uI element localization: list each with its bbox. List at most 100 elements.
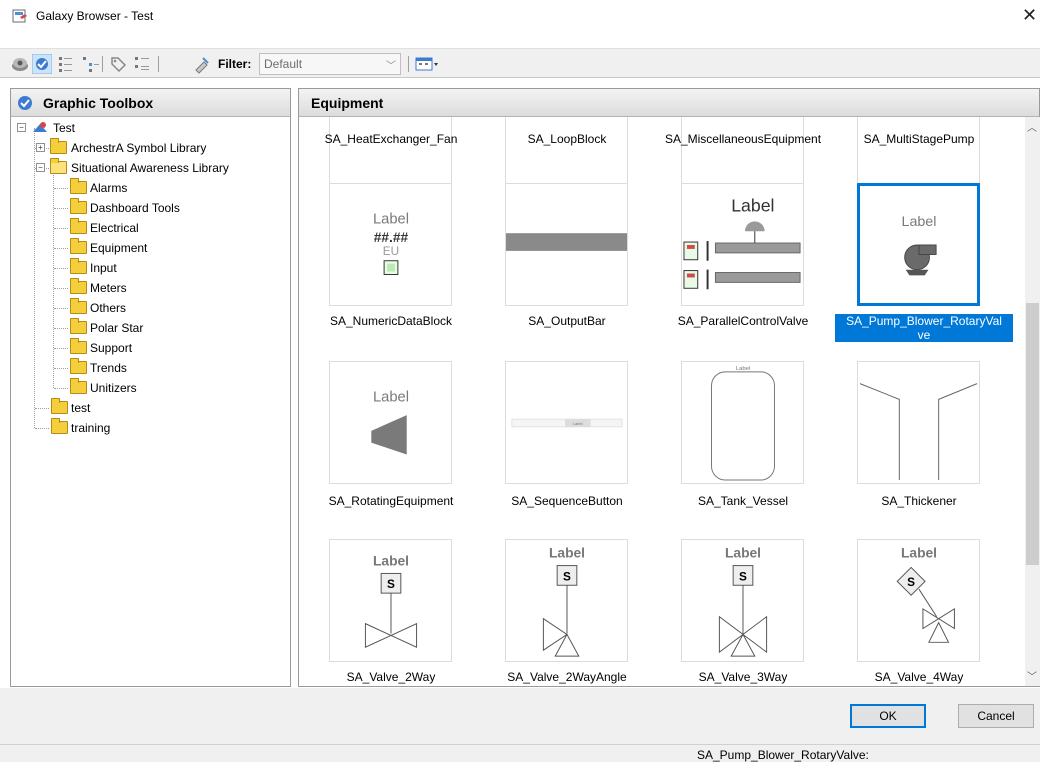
symbol-name-label[interactable]: SA_Valve_2WayAngle bbox=[479, 670, 655, 684]
close-button[interactable]: ✕ bbox=[1022, 4, 1040, 28]
tree-item-alarms[interactable]: Alarms bbox=[11, 178, 281, 198]
scroll-up-icon[interactable]: ︿ bbox=[1027, 119, 1037, 134]
tree-connector bbox=[54, 388, 68, 389]
ok-button[interactable]: OK bbox=[850, 704, 926, 728]
svg-text:##.##: ##.## bbox=[374, 230, 409, 245]
symbol-tile-sa-tank-vessel[interactable]: Label bbox=[681, 361, 804, 484]
symbol-name-line: ve bbox=[917, 328, 931, 342]
tree-connector bbox=[54, 368, 68, 369]
tree-item-training[interactable]: training bbox=[11, 418, 281, 438]
symbol-name-label[interactable]: SA_Pump_Blower_RotaryVal ve bbox=[835, 314, 1013, 342]
graphic-icon[interactable] bbox=[10, 54, 30, 74]
symbol-name-label[interactable]: SA_NumericDataBlock bbox=[303, 314, 479, 328]
toolbar-separator bbox=[102, 56, 103, 72]
symbol-grid: SA_HeatExchanger_Fan SA_LoopBlock SA_Misce… bbox=[301, 117, 1023, 686]
symbol-tile-sa-valve-4way[interactable]: Label S bbox=[857, 539, 980, 662]
symbol-tile-sa-outputbar[interactable] bbox=[505, 183, 628, 306]
scroll-down-icon[interactable]: ﹀ bbox=[1027, 668, 1037, 683]
symbol-name-label[interactable]: SA_ParallelControlValve bbox=[655, 314, 831, 328]
folder-icon bbox=[70, 218, 87, 234]
symbol-name-label[interactable]: SA_OutputBar bbox=[479, 314, 655, 328]
tree-item-trends[interactable]: Trends bbox=[11, 358, 281, 378]
view-mode-icon[interactable] bbox=[414, 54, 440, 74]
symbol-tile-sa-parallelcontrolvalve[interactable]: Label bbox=[681, 183, 804, 306]
folder-icon bbox=[70, 198, 87, 214]
symbol-tile-sa-rotatingequipment[interactable]: Label bbox=[329, 361, 452, 484]
symbol-name-label[interactable]: SA_SequenceButton bbox=[479, 494, 655, 508]
tree-item-test[interactable]: test bbox=[11, 398, 281, 418]
tree-connector bbox=[54, 328, 68, 329]
filter-icon[interactable] bbox=[192, 54, 212, 74]
equipment-header: Equipment bbox=[299, 89, 1039, 117]
symbol-name-label[interactable]: SA_HeatExchanger_Fan bbox=[303, 132, 479, 146]
tree-item-unitizers[interactable]: Unitizers bbox=[11, 378, 281, 398]
tree-item-label: training bbox=[71, 421, 111, 435]
symbol-preview: Label bbox=[711, 366, 775, 481]
details-icon[interactable] bbox=[132, 54, 152, 74]
svg-text:S: S bbox=[739, 569, 747, 583]
symbol-tile-sa-valve-2wayangle[interactable]: Label S bbox=[505, 539, 628, 662]
symbol-tile-sa-valve-2way[interactable]: Label S bbox=[329, 539, 452, 662]
tree-item-equipment[interactable]: Equipment bbox=[11, 238, 281, 258]
symbol-name-line: SA_Pump_Blower_RotaryVal bbox=[846, 314, 1002, 328]
tree-item-label: Situational Awareness Library bbox=[71, 161, 229, 175]
title-bar: Galaxy Browser - Test ✕ bbox=[0, 0, 1040, 32]
expand-icon[interactable]: + bbox=[36, 143, 45, 152]
symbol-name-label[interactable]: SA_Valve_4Way bbox=[831, 670, 1007, 684]
symbol-preview bbox=[506, 233, 627, 251]
tree-item-archestra-symbol-library[interactable]: + ArchestrA Symbol Library bbox=[11, 138, 281, 158]
graphic-toolbox-panel: Graphic Toolbox − Test + ArchestrA Symbol L… bbox=[10, 88, 291, 687]
tree-item-electrical[interactable]: Electrical bbox=[11, 218, 281, 238]
chevron-down-icon: ﹀ bbox=[386, 61, 396, 72]
tree-item-label: Support bbox=[90, 341, 133, 355]
symbol-name-label[interactable]: SA_MultiStagePump bbox=[831, 132, 1007, 146]
panel-title: Graphic Toolbox bbox=[43, 95, 154, 111]
symbol-tile-sa-sequencebutton[interactable]: Label bbox=[505, 361, 628, 484]
tree-item-support[interactable]: Support bbox=[11, 338, 281, 358]
collapse-icon[interactable]: − bbox=[17, 123, 26, 132]
tree-item-others[interactable]: Others bbox=[11, 298, 281, 318]
svg-text:Label: Label bbox=[736, 366, 750, 372]
toolbox-icon[interactable] bbox=[32, 54, 52, 74]
folder-icon bbox=[70, 338, 87, 354]
tree-connector bbox=[54, 208, 68, 209]
svg-text:Label: Label bbox=[902, 214, 937, 230]
tree-view-icon[interactable] bbox=[80, 54, 100, 74]
vertical-scrollbar[interactable]: ︿ ﹀ bbox=[1025, 117, 1040, 686]
symbol-tile-sa-pump-blower-rotaryvalve[interactable]: Label bbox=[857, 183, 980, 306]
collapse-icon[interactable]: − bbox=[36, 163, 45, 172]
list-view-icon[interactable] bbox=[56, 54, 76, 74]
symbol-tile-sa-thickener[interactable] bbox=[857, 361, 980, 484]
symbol-tile-sa-numericdatablock[interactable]: Label ##.## EU bbox=[329, 183, 452, 306]
tag-icon[interactable] bbox=[108, 54, 128, 74]
symbol-name-label[interactable]: SA_RotatingEquipment bbox=[303, 494, 479, 508]
tree-item-test[interactable]: − Test bbox=[11, 118, 281, 138]
tree-item-polar-star[interactable]: Polar Star bbox=[11, 318, 281, 338]
symbol-name-label[interactable]: SA_MiscellaneousEquipment bbox=[655, 132, 831, 146]
symbol-name-label[interactable]: SA_Thickener bbox=[831, 494, 1007, 508]
symbol-name-label[interactable]: SA_Valve_3Way bbox=[655, 670, 831, 684]
filter-dropdown[interactable]: Default ﹀ bbox=[259, 53, 401, 75]
cancel-button[interactable]: Cancel bbox=[958, 704, 1034, 728]
symbol-name-label[interactable]: SA_Tank_Vessel bbox=[655, 494, 831, 508]
toolbar-separator bbox=[158, 56, 159, 72]
tree-connector bbox=[54, 288, 68, 289]
tree-item-meters[interactable]: Meters bbox=[11, 278, 281, 298]
symbol-preview: Label bbox=[371, 389, 409, 455]
tree-item-situational-awareness-library[interactable]: − Situational Awareness Library bbox=[11, 158, 281, 178]
tree-item-input[interactable]: Input bbox=[11, 258, 281, 278]
filter-label: Filter: bbox=[218, 57, 252, 71]
tree-item-label: Alarms bbox=[90, 181, 128, 195]
symbol-tile-sa-valve-3way[interactable]: Label S bbox=[681, 539, 804, 662]
folder-icon bbox=[51, 398, 68, 414]
symbol-name-label[interactable]: SA_LoopBlock bbox=[479, 132, 655, 146]
symbol-name-label[interactable]: SA_Valve_2Way bbox=[303, 670, 479, 684]
svg-text:Label: Label bbox=[725, 546, 761, 561]
equipment-panel: Equipment SA_HeatExchanger_Fan SA_LoopBlo… bbox=[298, 88, 1040, 687]
tree-item-dashboard-tools[interactable]: Dashboard Tools bbox=[11, 198, 281, 218]
tree-item-label: Unitizers bbox=[90, 381, 137, 395]
window-title: Galaxy Browser - Test bbox=[36, 9, 154, 23]
toolbox-icon bbox=[18, 96, 32, 110]
tree-connector bbox=[54, 188, 68, 189]
scroll-thumb[interactable] bbox=[1026, 303, 1039, 565]
